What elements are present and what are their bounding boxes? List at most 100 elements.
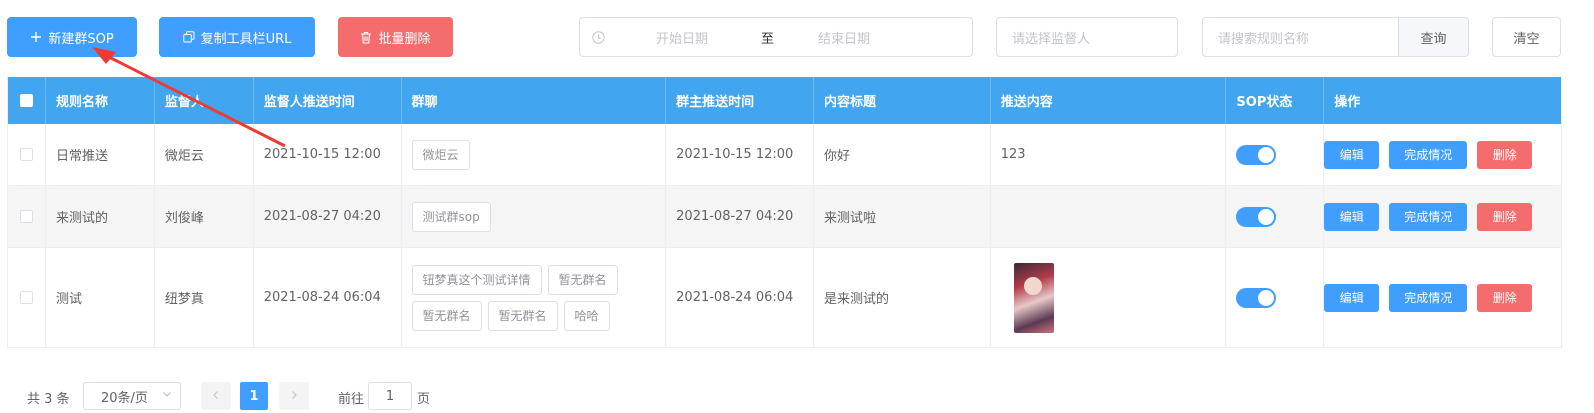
delete-button[interactable]: 删除 xyxy=(1477,283,1533,312)
pagination-total: 共 3 条 xyxy=(27,392,70,407)
content-title: 来测试啦 xyxy=(814,186,991,247)
status-cell xyxy=(1226,186,1325,247)
group-tags: 钮梦真这个测试详情 暂无群名 暂无群名 暂无群名 哈哈 xyxy=(411,264,632,331)
content-image-thumbnail[interactable] xyxy=(1013,262,1054,333)
groups-cell: 测试群sop xyxy=(402,186,667,247)
status-cell xyxy=(1226,248,1325,347)
content-title: 是来测试的 xyxy=(814,248,991,347)
toolbar: 新建群SOP 复制工具栏URL 批量删除 开始日期 至 结束日期 请选择监督人 … xyxy=(0,0,1594,70)
supervisor-time: 2021-08-24 06:04 xyxy=(254,248,402,347)
completion-button[interactable]: 完成情况 xyxy=(1389,140,1468,169)
select-all-checkbox[interactable] xyxy=(19,94,33,107)
supervisor-time: 2021-08-27 04:20 xyxy=(254,186,402,247)
group-tag: 哈哈 xyxy=(563,300,610,331)
sop-status-toggle[interactable] xyxy=(1236,287,1277,308)
delete-button[interactable]: 删除 xyxy=(1477,202,1533,231)
clear-label: 清空 xyxy=(1513,31,1540,47)
owner-time: 2021-10-15 12:00 xyxy=(666,124,814,185)
new-sop-label: 新建群SOP xyxy=(48,31,114,47)
push-content xyxy=(991,186,1227,247)
copy-url-button[interactable]: 复制工具栏URL xyxy=(159,17,315,57)
delete-button[interactable]: 删除 xyxy=(1477,140,1533,169)
sop-table: 规则名称 监督人 监督人推送时间 群聊 群主推送时间 内容标题 推送内容 SOP… xyxy=(7,77,1562,348)
groups-cell: 微炬云 xyxy=(402,124,667,185)
prev-page-button[interactable] xyxy=(201,382,231,410)
group-tags: 测试群sop xyxy=(411,201,491,232)
row-checkbox[interactable] xyxy=(19,148,33,161)
supervisor-select[interactable]: 请选择监督人 xyxy=(996,17,1178,57)
goto-unit: 页 xyxy=(417,392,431,407)
group-tag: 微炬云 xyxy=(411,139,470,170)
header-supervisor-time: 监督人推送时间 xyxy=(254,77,402,124)
header-rule-name: 规则名称 xyxy=(46,77,155,124)
date-start-input[interactable]: 开始日期 xyxy=(656,28,708,47)
header-push-content: 推送内容 xyxy=(991,77,1227,124)
actions-cell: 编辑 完成情况 删除 xyxy=(1324,124,1561,185)
sop-status-toggle[interactable] xyxy=(1236,144,1277,165)
toggle-knob xyxy=(1258,289,1275,306)
actions-cell: 编辑 完成情况 删除 xyxy=(1324,248,1561,347)
table-row: 日常推送 微炬云 2021-10-15 12:00 微炬云 2021-10-15… xyxy=(8,124,1561,186)
select-all-cell xyxy=(8,77,46,124)
plus-icon xyxy=(30,31,42,43)
supervisor: 纽梦真 xyxy=(155,248,254,347)
page-size-value: 20条/页 xyxy=(101,390,148,406)
query-button[interactable]: 查询 xyxy=(1398,18,1468,56)
group-tag: 暂无群名 xyxy=(487,300,558,331)
rule-search-group: 请搜索规则名称 查询 xyxy=(1202,17,1469,57)
rule-name: 日常推送 xyxy=(46,124,155,185)
date-separator: 至 xyxy=(761,31,775,47)
actions-cell: 编辑 完成情况 删除 xyxy=(1324,186,1561,247)
table-header: 规则名称 监督人 监督人推送时间 群聊 群主推送时间 内容标题 推送内容 SOP… xyxy=(8,77,1561,124)
status-cell xyxy=(1226,124,1325,185)
edit-button[interactable]: 编辑 xyxy=(1324,140,1380,169)
row-checkbox[interactable] xyxy=(19,291,33,304)
supervisor-placeholder: 请选择监督人 xyxy=(1012,31,1091,47)
owner-time: 2021-08-27 04:20 xyxy=(666,186,814,247)
edit-button[interactable]: 编辑 xyxy=(1324,202,1380,231)
edit-button[interactable]: 编辑 xyxy=(1324,283,1380,312)
page-number-current[interactable]: 1 xyxy=(240,382,268,410)
push-content xyxy=(991,248,1227,347)
clear-button[interactable]: 清空 xyxy=(1492,17,1561,57)
chevron-right-icon xyxy=(289,389,299,404)
query-label: 查询 xyxy=(1420,31,1447,47)
goto-label: 前往 xyxy=(338,392,365,407)
row-checkbox[interactable] xyxy=(19,210,33,223)
header-groups: 群聊 xyxy=(402,77,667,124)
group-tags: 微炬云 xyxy=(411,139,470,170)
table-row: 来测试的 刘俊峰 2021-08-27 04:20 测试群sop 2021-08… xyxy=(8,186,1561,248)
chevron-left-icon xyxy=(211,389,221,404)
rule-search-input[interactable]: 请搜索规则名称 xyxy=(1203,18,1398,56)
content-title: 你好 xyxy=(814,124,991,185)
clock-icon xyxy=(592,30,605,44)
supervisor-time: 2021-10-15 12:00 xyxy=(254,124,402,185)
date-end-input[interactable]: 结束日期 xyxy=(818,28,870,47)
group-tag: 测试群sop xyxy=(411,201,491,232)
header-supervisor: 监督人 xyxy=(155,77,254,124)
groups-cell: 钮梦真这个测试详情 暂无群名 暂无群名 暂无群名 哈哈 xyxy=(402,248,667,347)
copy-url-label: 复制工具栏URL xyxy=(200,31,292,47)
goto-page-input[interactable]: 1 xyxy=(368,382,412,410)
completion-button[interactable]: 完成情况 xyxy=(1389,202,1468,231)
table-row: 测试 纽梦真 2021-08-24 06:04 钮梦真这个测试详情 暂无群名 暂… xyxy=(8,248,1561,348)
group-tag: 暂无群名 xyxy=(411,300,482,331)
date-range-picker[interactable]: 开始日期 至 结束日期 xyxy=(579,17,973,57)
batch-delete-button[interactable]: 批量删除 xyxy=(338,17,453,57)
toggle-knob xyxy=(1258,208,1275,225)
completion-button[interactable]: 完成情况 xyxy=(1389,283,1468,312)
sop-status-toggle[interactable] xyxy=(1236,206,1277,227)
row-select-cell xyxy=(8,186,46,247)
page-size-select[interactable]: 20条/页 xyxy=(83,382,181,410)
header-sop-status: SOP状态 xyxy=(1226,77,1325,124)
group-tag: 暂无群名 xyxy=(547,264,618,295)
owner-time: 2021-08-24 06:04 xyxy=(666,248,814,347)
new-sop-button[interactable]: 新建群SOP xyxy=(7,17,137,57)
trash-icon xyxy=(360,31,372,44)
supervisor: 微炬云 xyxy=(155,124,254,185)
next-page-button[interactable] xyxy=(279,382,309,410)
pagination: 共 3 条 20条/页 1 前往 1 页 xyxy=(0,380,1594,413)
header-content-title: 内容标题 xyxy=(814,77,991,124)
batch-delete-label: 批量删除 xyxy=(378,31,431,47)
rule-name: 来测试的 xyxy=(46,186,155,247)
